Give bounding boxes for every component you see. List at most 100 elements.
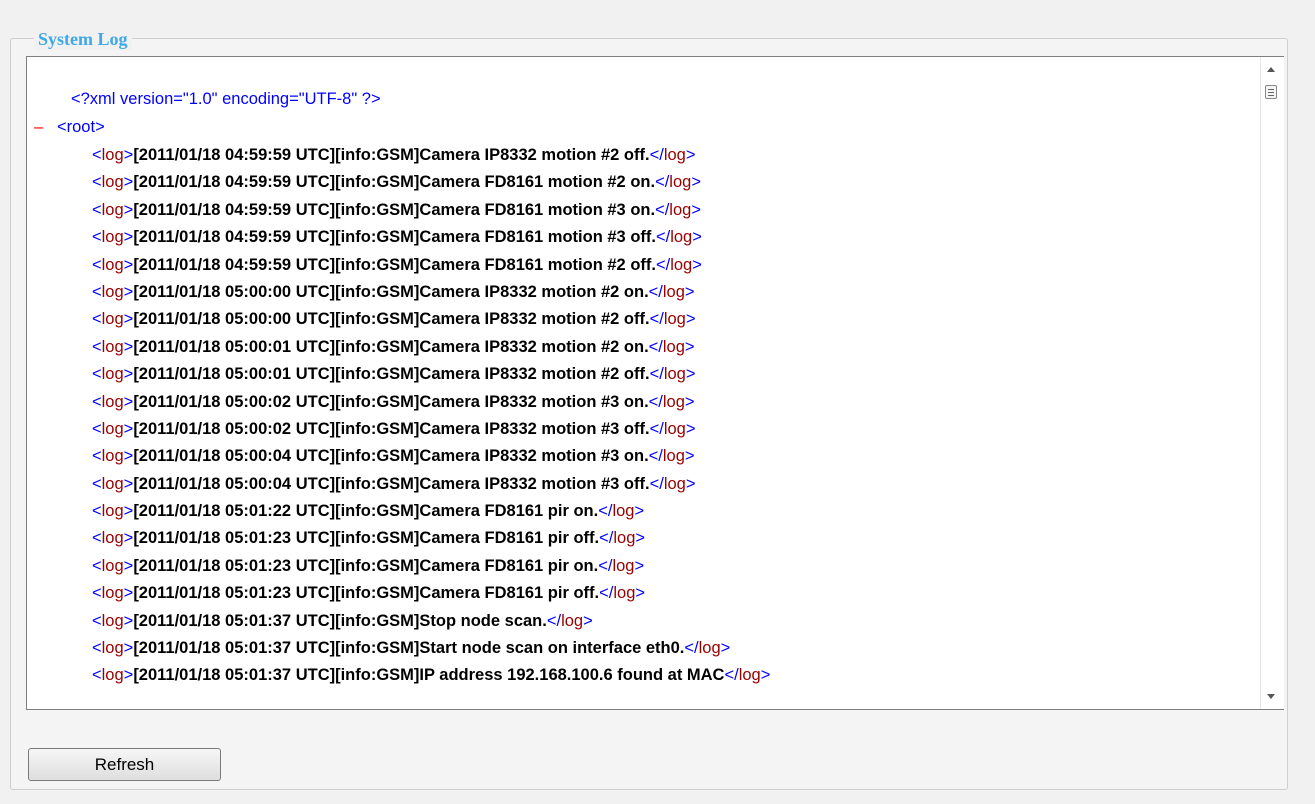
log-open-tag-bracket: > [123, 419, 134, 438]
log-scrollbar[interactable] [1260, 57, 1284, 709]
log-open-tag-name: log [101, 502, 124, 521]
log-open-tag-bracket: < [92, 173, 102, 192]
log-open-tag-bracket: < [92, 337, 102, 356]
log-close-tag-bracket: </ [648, 282, 663, 301]
root-open-tag: <root> [57, 118, 105, 136]
log-open-tag-name: log [101, 666, 124, 685]
log-open-tag-bracket: < [92, 502, 102, 521]
log-close-tag-bracket: > [684, 392, 695, 411]
log-close-tag-name: log [662, 282, 685, 301]
log-open-tag-bracket: > [123, 228, 134, 247]
log-open-tag-name: log [101, 282, 124, 301]
log-open-tag-name: log [101, 639, 124, 658]
log-entry-text: [2011/01/18 05:00:02 UTC][info:GSM]Camer… [133, 392, 649, 411]
log-close-tag-name: log [669, 173, 692, 192]
log-close-tag-name: log [662, 392, 685, 411]
log-close-tag-bracket: > [684, 337, 695, 356]
log-close-tag-name: log [662, 337, 685, 356]
log-entry-text: [2011/01/18 05:00:02 UTC][info:GSM]Camer… [133, 419, 650, 438]
log-open-tag-bracket: < [92, 392, 102, 411]
log-open-tag-bracket: > [123, 611, 134, 630]
log-open-tag-bracket: > [123, 502, 134, 521]
log-close-tag-bracket: > [692, 255, 702, 274]
log-close-tag-bracket: > [684, 447, 695, 466]
log-open-tag-bracket: > [123, 556, 134, 575]
log-close-tag-name: log [663, 474, 686, 493]
log-close-tag-bracket: </ [598, 502, 613, 521]
log-close-tag-name: log [662, 447, 685, 466]
log-entry: <log>[2011/01/18 05:00:00 UTC][info:GSM]… [92, 279, 770, 306]
log-entry: <log>[2011/01/18 05:00:00 UTC][info:GSM]… [92, 306, 770, 333]
log-close-tag-name: log [613, 584, 636, 603]
log-close-tag-bracket: > [635, 529, 646, 548]
log-open-tag-bracket: < [92, 666, 102, 685]
log-open-tag-bracket: < [92, 447, 102, 466]
log-open-tag-bracket: < [92, 255, 102, 274]
log-close-tag-bracket: > [692, 228, 702, 247]
log-entry: <log>[2011/01/18 04:59:59 UTC][info:GSM]… [92, 224, 770, 251]
log-open-tag-bracket: > [123, 529, 134, 548]
log-close-tag-name: log [663, 419, 686, 438]
log-entry-text: [2011/01/18 05:00:01 UTC][info:GSM]Camer… [133, 365, 650, 384]
log-close-tag-name: log [670, 255, 693, 274]
log-close-tag-name: log [663, 310, 686, 329]
log-open-tag-name: log [101, 200, 124, 219]
log-close-tag-bracket: > [685, 419, 696, 438]
xml-declaration: <?xml version="1.0" encoding="UTF-8" ?> [71, 90, 381, 108]
log-open-tag-bracket: > [123, 200, 134, 219]
log-open-tag-name: log [101, 529, 124, 548]
log-open-tag-bracket: > [123, 392, 134, 411]
log-open-tag-bracket: < [92, 474, 102, 493]
log-open-tag-name: log [101, 584, 124, 603]
log-entry: <log>[2011/01/18 05:00:01 UTC][info:GSM]… [92, 334, 770, 361]
log-entry-text: [2011/01/18 04:59:59 UTC][info:GSM]Camer… [133, 173, 656, 192]
log-close-tag-bracket: </ [648, 337, 663, 356]
log-open-tag-bracket: > [123, 337, 134, 356]
log-open-tag-name: log [101, 447, 124, 466]
log-entry-text: [2011/01/18 04:59:59 UTC][info:GSM]Camer… [133, 228, 656, 247]
log-open-tag-bracket: < [92, 639, 102, 658]
log-open-tag-bracket: < [92, 200, 102, 219]
system-log-legend: System Log [34, 29, 132, 50]
log-close-tag-bracket: </ [598, 556, 613, 575]
log-close-tag-bracket: </ [649, 365, 664, 384]
log-entry: <log>[2011/01/18 05:00:01 UTC][info:GSM]… [92, 361, 770, 388]
scroll-up-arrow-icon[interactable] [1267, 67, 1275, 72]
log-open-tag-bracket: > [123, 255, 134, 274]
log-open-tag-name: log [101, 419, 124, 438]
log-close-tag-bracket: </ [655, 228, 671, 247]
log-entry: <log>[2011/01/18 05:01:37 UTC][info:GSM]… [92, 635, 770, 662]
log-open-tag-bracket: > [123, 447, 134, 466]
system-log-viewer[interactable]: <?xml version="1.0" encoding="UTF-8" ?> … [26, 56, 1284, 710]
log-entry: <log>[2011/01/18 04:59:59 UTC][info:GSM]… [92, 142, 770, 169]
log-open-tag-name: log [101, 146, 124, 164]
log-open-tag-bracket: > [123, 666, 134, 685]
log-close-tag-bracket: </ [599, 529, 614, 548]
scroll-down-arrow-icon[interactable] [1267, 694, 1275, 699]
log-entry-text: [2011/01/18 05:01:23 UTC][info:GSM]Camer… [133, 529, 600, 548]
log-close-tag-bracket: > [684, 282, 695, 301]
log-entry: <log>[2011/01/18 05:01:37 UTC][info:GSM]… [92, 662, 770, 689]
log-entry: <log>[2011/01/18 05:01:23 UTC][info:GSM]… [92, 580, 770, 607]
scrollbar-thumb[interactable] [1265, 85, 1277, 99]
log-close-tag-bracket: > [720, 639, 731, 658]
log-entry: <log>[2011/01/18 05:00:04 UTC][info:GSM]… [92, 471, 770, 498]
log-close-tag-bracket: </ [724, 666, 739, 685]
log-close-tag-bracket: > [685, 310, 696, 329]
log-close-tag-bracket: </ [546, 611, 562, 630]
log-open-tag-name: log [101, 337, 124, 356]
log-close-tag-name: log [612, 502, 635, 521]
log-entry: <log>[2011/01/18 05:00:04 UTC][info:GSM]… [92, 443, 770, 470]
log-open-tag-bracket: > [123, 365, 134, 384]
refresh-button[interactable]: Refresh [28, 748, 221, 781]
collapse-root-toggle[interactable]: – [34, 114, 57, 141]
log-close-tag-name: log [698, 639, 721, 658]
log-open-tag-name: log [101, 365, 124, 384]
log-close-tag-bracket: </ [649, 474, 664, 493]
log-open-tag-bracket: < [92, 556, 102, 575]
log-open-tag-bracket: < [92, 282, 102, 301]
log-open-tag-bracket: > [123, 282, 134, 301]
log-entry: <log>[2011/01/18 04:59:59 UTC][info:GSM]… [92, 252, 770, 279]
log-content: <?xml version="1.0" encoding="UTF-8" ?> … [27, 57, 1260, 709]
log-open-tag-bracket: > [123, 173, 134, 192]
